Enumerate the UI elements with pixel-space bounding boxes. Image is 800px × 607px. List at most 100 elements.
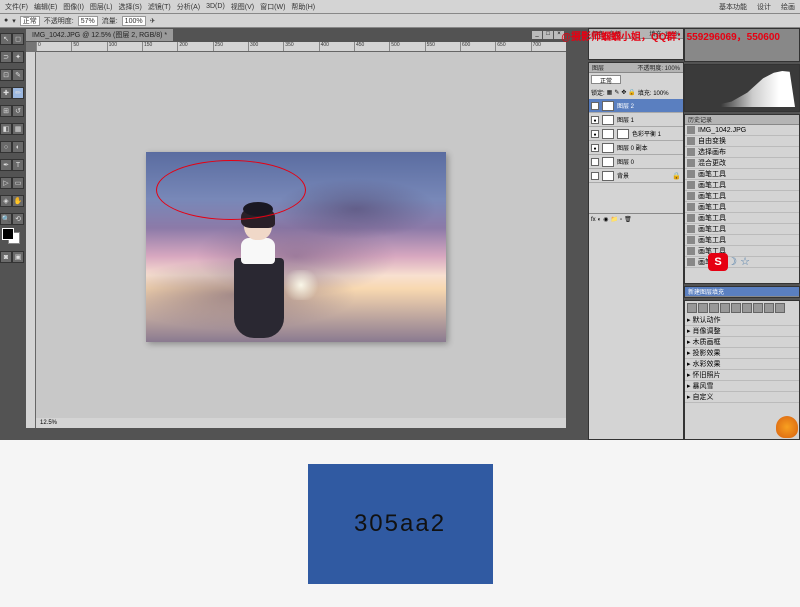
swatch[interactable] (775, 303, 785, 313)
layer-name[interactable]: 图层 0 副本 (617, 143, 648, 152)
swatch[interactable] (731, 303, 741, 313)
workspace[interactable] (36, 52, 566, 418)
layer-thumb[interactable] (602, 157, 614, 167)
trash-icon[interactable]: 🗑 (624, 216, 632, 223)
action-item[interactable]: ▸ 肖像调整 (685, 326, 799, 337)
menu-filter[interactable]: 滤镜(T) (145, 2, 174, 12)
layer-name[interactable]: 背景 (617, 171, 629, 180)
maximize-icon[interactable]: □ (543, 31, 553, 39)
layer-row[interactable]: 背景🔒 (589, 169, 683, 183)
swatch[interactable] (709, 303, 719, 313)
layer-row[interactable]: ● 图层 2 (589, 99, 683, 113)
lock-all-icon[interactable]: 🔒 (628, 89, 635, 96)
brush-preview-icon[interactable]: ● (4, 17, 8, 24)
foreground-background-colors[interactable] (0, 226, 24, 246)
swatch[interactable] (687, 303, 697, 313)
zoom-level[interactable]: 12.5% (40, 420, 57, 426)
history-item[interactable]: 画笔工具 (685, 235, 799, 246)
screenmode-tool[interactable]: ▣ (12, 251, 24, 263)
blend-mode-select[interactable]: 正常 (20, 16, 40, 26)
sogou-ime-icon[interactable]: S (708, 253, 728, 271)
dodge-tool[interactable]: ◐ (12, 141, 24, 153)
swatch[interactable] (753, 303, 763, 313)
lock-position-icon[interactable]: ✥ (621, 89, 626, 96)
crop-tool[interactable]: ⊡ (0, 69, 12, 81)
menu-help[interactable]: 帮助(H) (288, 2, 318, 12)
layer-name[interactable]: 图层 0 (617, 157, 634, 166)
layer-blend-select[interactable]: 正常 (591, 75, 621, 84)
eyedropper-tool[interactable]: ✎ (12, 69, 24, 81)
history-tab[interactable]: 历史记录 (688, 115, 712, 124)
action-item[interactable]: ▸ 怀旧照片 (685, 370, 799, 381)
quickmask-tool[interactable]: ◙ (0, 251, 12, 263)
workspace-essentials[interactable]: 基本功能 (716, 2, 750, 12)
history-brush-tool[interactable]: ↺ (12, 105, 24, 117)
layer-thumb[interactable] (602, 115, 614, 125)
history-item[interactable]: 混合更改 (685, 158, 799, 169)
history-snapshot[interactable]: IMG_1042.JPG (685, 125, 799, 136)
menu-window[interactable]: 窗口(W) (257, 2, 288, 12)
menu-select[interactable]: 选择(S) (115, 2, 144, 12)
zoom-tool[interactable]: 🔍 (0, 213, 12, 225)
gradient-tool[interactable]: ▦ (12, 123, 24, 135)
history-item[interactable]: 画笔工具 (685, 191, 799, 202)
folder-icon[interactable]: 📁 (611, 216, 618, 223)
history-item[interactable]: 画笔工具 (685, 213, 799, 224)
menu-edit[interactable]: 编辑(E) (31, 2, 60, 12)
ime-indicator-icon[interactable]: ☽ ☆ (727, 255, 750, 268)
history-item[interactable]: 画笔工具 (685, 202, 799, 213)
brush-tool[interactable]: ✏ (12, 87, 24, 99)
layer-name[interactable]: 图层 1 (617, 115, 634, 124)
photo-canvas[interactable] (146, 152, 446, 342)
visibility-icon[interactable] (591, 172, 599, 180)
layer-row[interactable]: ●色彩平衡 1 (589, 127, 683, 141)
layer-thumb[interactable] (602, 129, 614, 139)
swatch[interactable] (742, 303, 752, 313)
move-tool[interactable]: ↖ (0, 33, 12, 45)
workspace-painting[interactable]: 绘画 (778, 2, 798, 12)
layer-name[interactable]: 图层 2 (617, 101, 634, 110)
opacity-input[interactable]: 57% (78, 16, 98, 26)
marquee-tool[interactable]: ◻ (12, 33, 24, 45)
minimize-icon[interactable]: _ (532, 31, 542, 39)
action-item[interactable]: ▸ 默认动作 (685, 315, 799, 326)
wand-tool[interactable]: ✦ (12, 51, 24, 63)
layer-thumb[interactable] (602, 171, 614, 181)
rotate-tool[interactable]: ⟲ (12, 213, 24, 225)
fill-label[interactable]: 填充: 100% (638, 88, 669, 97)
layer-row[interactable]: ●图层 0 副本 (589, 141, 683, 155)
layer-row[interactable]: 图层 0 (589, 155, 683, 169)
foreground-color[interactable] (2, 228, 14, 240)
history-item[interactable]: 画笔工具 (685, 169, 799, 180)
lock-transparent-icon[interactable]: ▦ (607, 89, 613, 96)
layer-row[interactable]: ● 图层 1 (589, 113, 683, 127)
stamp-tool[interactable]: ⊞ (0, 105, 12, 117)
lock-pixels-icon[interactable]: ✎ (614, 89, 619, 96)
layers-opacity[interactable]: 不透明度: 100% (637, 63, 680, 72)
swatch[interactable] (698, 303, 708, 313)
swatch[interactable] (764, 303, 774, 313)
menu-image[interactable]: 图像(I) (60, 2, 87, 12)
type-tool[interactable]: T (12, 159, 24, 171)
action-item[interactable]: ▸ 暴风雪 (685, 381, 799, 392)
visibility-icon[interactable]: ● (591, 102, 599, 110)
layer-thumb[interactable] (602, 143, 614, 153)
menu-analysis[interactable]: 分析(A) (174, 2, 203, 12)
action-item[interactable]: ▸ 自定义 (685, 392, 799, 403)
swatch[interactable] (720, 303, 730, 313)
shape-tool[interactable]: ▭ (12, 177, 24, 189)
document-tab[interactable]: IMG_1042.JPG @ 12.5% (图层 2, RGB/8) * (26, 29, 173, 41)
visibility-icon[interactable]: ● (591, 116, 599, 124)
path-tool[interactable]: ▷ (0, 177, 12, 189)
eraser-tool[interactable]: ◧ (0, 123, 12, 135)
flow-input[interactable]: 100% (122, 16, 146, 26)
new-layer-icon[interactable]: ▫ (620, 217, 622, 223)
action-item[interactable]: ▸ 投影效果 (685, 348, 799, 359)
hand-tool[interactable]: ✋ (12, 195, 24, 207)
pen-tool[interactable]: ✒ (0, 159, 12, 171)
blur-tool[interactable]: ○ (0, 141, 12, 153)
menu-layer[interactable]: 图层(L) (87, 2, 116, 12)
history-item[interactable]: 自由变换 (685, 136, 799, 147)
fx-icon[interactable]: fx (591, 217, 596, 223)
3d-tool[interactable]: ◈ (0, 195, 12, 207)
